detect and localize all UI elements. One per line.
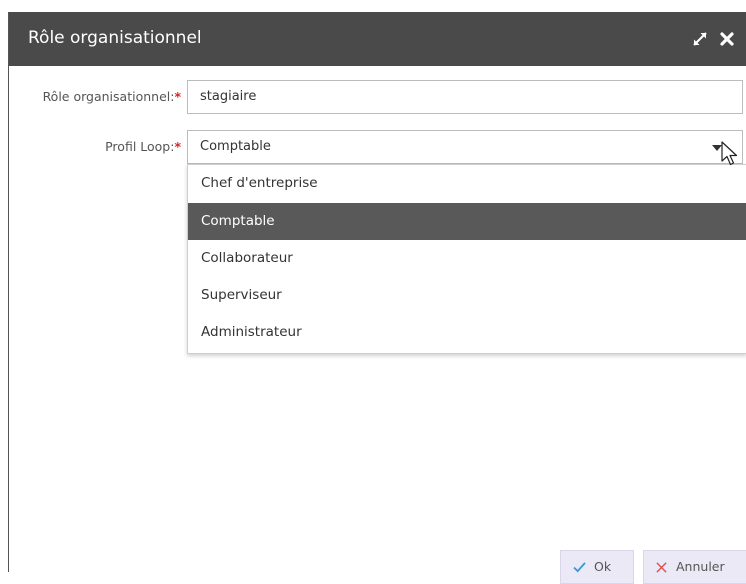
cancel-button[interactable]: Annuler [643,550,746,584]
check-icon [573,562,586,573]
role-label: Rôle organisationnel:* [9,89,181,105]
dropdown-option[interactable]: Collaborateur [188,240,746,277]
profile-label: Profil Loop:* [9,139,181,155]
profile-select[interactable]: Comptable [187,130,743,164]
profile-select-value: Comptable [200,139,271,154]
role-input-value: stagiaire [200,89,257,104]
dropdown-option[interactable]: Superviseur [188,277,746,314]
maximize-icon[interactable] [691,30,709,48]
dialog-titlebar: Rôle organisationnel [9,12,746,66]
cancel-button-label: Annuler [676,559,725,574]
dropdown-option-selected[interactable]: Comptable [188,203,746,240]
dropdown-option[interactable]: Chef d'entreprise [188,165,746,202]
dropdown-option[interactable]: Administrateur [188,314,746,351]
ok-button-label: Ok [594,559,612,574]
role-input[interactable]: stagiaire [187,80,743,114]
close-icon[interactable] [718,30,736,48]
required-marker: * [174,139,181,154]
role-label-text: Rôle organisationnel: [42,89,175,104]
background-strip [0,0,746,12]
required-marker: * [174,89,181,104]
cancel-x-icon [656,562,667,573]
dialog-title: Rôle organisationnel [28,28,202,48]
role-dialog: Rôle organisationnel Rôle organisationne… [8,12,746,584]
profile-dropdown-list: Chef d'entreprise Comptable Collaborateu… [187,164,746,354]
ok-button[interactable]: Ok [560,550,634,584]
profile-label-text: Profil Loop: [105,139,175,154]
mouse-pointer-icon [721,141,738,166]
